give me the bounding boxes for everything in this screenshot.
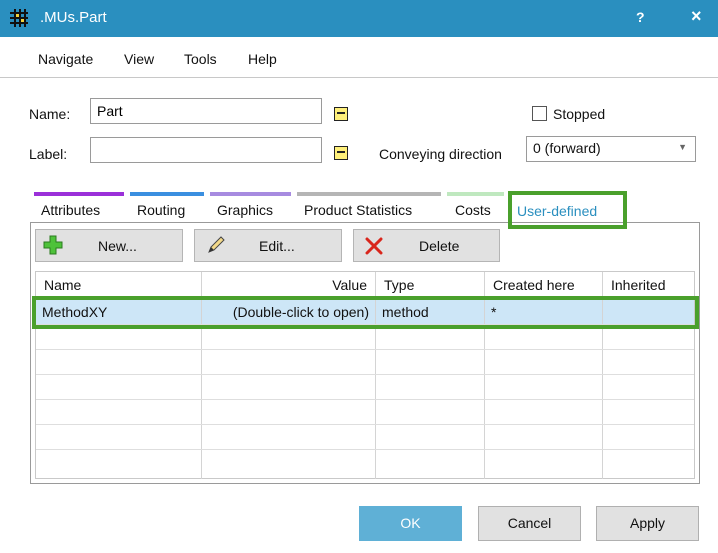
plus-icon	[43, 235, 63, 255]
delete-button[interactable]: Delete	[353, 229, 500, 262]
close-button[interactable]: ×	[691, 6, 702, 27]
column-header-inherited[interactable]: Inherited	[603, 272, 694, 299]
stopped-label: Stopped	[553, 106, 606, 122]
menu-navigate[interactable]: Navigate	[38, 51, 93, 67]
tab-attributes-color-bar	[34, 192, 124, 196]
conveying-direction-value: 0 (forward)	[533, 140, 601, 156]
empty-cell	[36, 400, 202, 424]
delete-x-icon	[365, 237, 383, 255]
column-header-value[interactable]: Value	[202, 272, 376, 299]
name-label: Name:	[29, 106, 71, 122]
menu-bar: Navigate View Tools Help	[0, 37, 718, 78]
tab-product-statistics[interactable]: Product Statistics	[304, 202, 412, 218]
empty-row	[36, 374, 694, 399]
column-header-created-here[interactable]: Created here	[485, 272, 603, 299]
tab-product-statistics-color-bar	[297, 192, 441, 196]
empty-cell	[376, 400, 485, 424]
label-inherit-button[interactable]	[334, 146, 348, 160]
tab-graphics-color-bar	[210, 192, 291, 196]
empty-cell	[36, 450, 202, 479]
empty-row	[36, 424, 694, 449]
empty-cell	[376, 375, 485, 399]
cancel-button[interactable]: Cancel	[478, 506, 581, 541]
edit-button-label: Edit...	[259, 238, 295, 254]
name-inherit-button[interactable]	[334, 107, 348, 121]
tab-attributes[interactable]: Attributes	[41, 202, 100, 218]
empty-cell	[376, 350, 485, 374]
label-label: Label:	[29, 146, 68, 162]
tab-user-defined-highlight	[508, 191, 627, 229]
empty-cell	[485, 375, 603, 399]
empty-row	[36, 349, 694, 374]
help-button[interactable]: ?	[636, 9, 645, 25]
empty-cell	[202, 450, 376, 479]
tab-costs[interactable]: Costs	[455, 202, 491, 218]
empty-cell	[376, 425, 485, 449]
empty-cell	[376, 450, 485, 479]
empty-cell	[36, 350, 202, 374]
empty-cell	[36, 425, 202, 449]
conveying-direction-label: Conveying direction	[379, 146, 502, 162]
empty-cell	[485, 450, 603, 479]
column-header-name[interactable]: Name	[36, 272, 202, 299]
empty-row	[36, 449, 694, 479]
apply-button[interactable]: Apply	[596, 506, 699, 541]
tab-routing-color-bar	[130, 192, 204, 196]
column-header-type[interactable]: Type	[376, 272, 485, 299]
ok-button[interactable]: OK	[359, 506, 462, 541]
new-button[interactable]: New...	[35, 229, 183, 262]
empty-row	[36, 399, 694, 424]
empty-cell	[202, 375, 376, 399]
empty-cell	[36, 375, 202, 399]
chevron-down-icon: ▼	[678, 142, 687, 152]
empty-cell	[485, 350, 603, 374]
menu-tools[interactable]: Tools	[184, 51, 217, 67]
empty-cell	[202, 350, 376, 374]
menu-view[interactable]: View	[124, 51, 154, 67]
tab-routing[interactable]: Routing	[137, 202, 185, 218]
conveying-direction-select[interactable]: 0 (forward) ▼	[526, 136, 696, 162]
empty-cell	[202, 425, 376, 449]
edit-button[interactable]: Edit...	[194, 229, 342, 262]
window-title: .MUs.Part	[40, 9, 107, 26]
empty-cell	[485, 425, 603, 449]
pencil-icon	[208, 236, 225, 253]
label-field[interactable]	[90, 137, 322, 163]
grid-app-icon	[9, 8, 29, 28]
name-field[interactable]	[90, 98, 322, 124]
title-bar: .MUs.Part ? ×	[0, 0, 718, 37]
empty-cell	[202, 400, 376, 424]
delete-button-label: Delete	[419, 238, 460, 254]
row-highlight	[32, 296, 699, 329]
stopped-checkbox[interactable]	[532, 106, 547, 121]
menu-help[interactable]: Help	[248, 51, 277, 67]
new-button-label: New...	[98, 238, 137, 254]
tab-costs-color-bar	[447, 192, 504, 196]
tab-graphics[interactable]: Graphics	[217, 202, 273, 218]
empty-cell	[485, 400, 603, 424]
